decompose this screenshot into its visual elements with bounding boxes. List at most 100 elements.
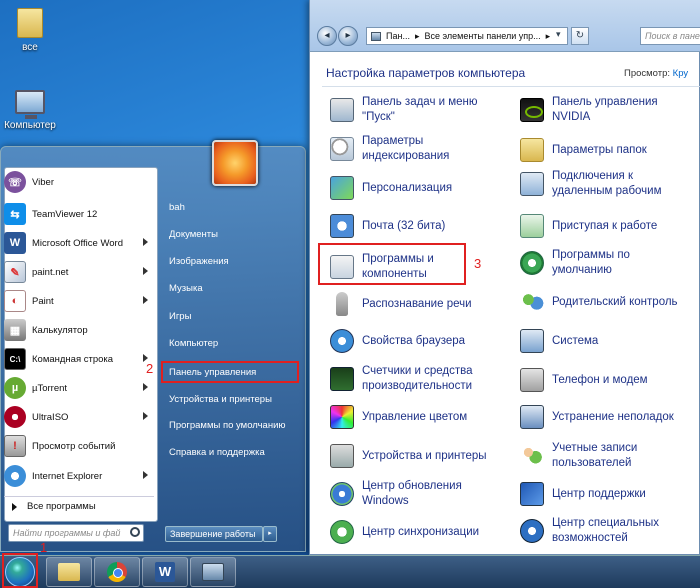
start-right-pictures[interactable]: Изображения [166,251,296,271]
user-picture[interactable] [212,140,258,186]
cp-item-sync[interactable]: Центр синхронизации [330,520,506,544]
getting-started-icon [520,214,544,238]
cp-item-performance[interactable]: Счетчики и средства производительности [330,364,506,394]
users-icon [520,444,544,468]
cp-item-users[interactable]: Учетные записи пользователей [520,441,696,471]
control-panel-search-input[interactable]: Поиск в пане [640,27,700,45]
calculator-icon: ▦ [4,319,26,341]
desktop-icon-label: все [22,42,38,53]
shutdown-button[interactable]: Завершение работы [165,526,263,542]
start-item-paint[interactable]: ◐ Paint [4,287,154,315]
cp-item-system[interactable]: Система [520,329,696,353]
search-icon[interactable] [130,527,140,537]
breadcrumb-part[interactable]: Все элементы панели упр... [424,31,540,41]
start-search-input[interactable]: Найти программы и фай [8,524,144,542]
start-item-word[interactable]: W Microsoft Office Word [4,229,154,257]
start-right-help[interactable]: Справка и поддержка [166,442,296,462]
breadcrumb-separator-icon[interactable]: ▸ [415,31,420,42]
start-right-default-programs[interactable]: Программы по умолчанию [166,415,296,435]
desktop-icon-computer[interactable]: Компьютер [0,90,60,131]
event-viewer-icon: ! [4,435,26,457]
forward-button[interactable]: ▸ [338,26,358,46]
breadcrumb-separator-icon[interactable]: ▸ [546,31,551,42]
taskbar-word-button[interactable]: W [142,557,188,587]
explorer-icon [58,563,80,581]
taskbar-control-panel-button[interactable] [190,557,236,587]
start-right-documents[interactable]: Документы [166,224,296,244]
start-right-computer[interactable]: Компьютер [166,333,296,353]
folder-options-icon [520,138,544,162]
breadcrumb-part[interactable]: Пан... [386,31,410,41]
cp-item-taskbar[interactable]: Панель задач и меню "Пуск" [330,95,506,125]
highlight-box-3 [318,243,466,285]
nvidia-icon [520,98,544,122]
phone-icon [520,368,544,392]
start-item-paintnet[interactable]: ✎ paint.net [4,258,154,286]
chrome-icon [107,562,127,582]
address-folder-icon [371,31,381,41]
cp-item-browser[interactable]: Свойства браузера [330,329,506,353]
annotation-number-3: 3 [474,256,482,271]
start-item-calculator[interactable]: ▦ Калькулятор [4,316,154,344]
shutdown-options-button[interactable]: ▸ [263,526,277,542]
view-selector[interactable]: Просмотр: Кру [624,68,688,79]
cp-item-color[interactable]: Управление цветом [330,405,506,429]
microphone-icon [336,292,348,316]
cp-item-troubleshoot[interactable]: Устранение неполадок [520,405,696,429]
paintnet-icon: ✎ [4,261,26,283]
personalization-icon [330,176,354,200]
parental-icon [520,290,544,314]
start-item-ie[interactable]: e Internet Explorer [4,462,154,490]
cp-item-support[interactable]: Центр поддержки [520,482,696,506]
desktop-icon-label: Компьютер [4,120,56,131]
cp-item-phone[interactable]: Телефон и модем [520,368,696,392]
cp-item-folder-options[interactable]: Параметры папок [520,138,696,162]
cp-item-windows-update[interactable]: Центр обновления Windows [330,479,506,509]
taskbar-chrome-button[interactable] [94,557,140,587]
cp-item-devices[interactable]: Устройства и принтеры [330,444,506,468]
teamviewer-icon: ⇆ [4,203,26,225]
start-item-ultraiso[interactable]: UltraISO [4,403,154,431]
cp-item-remote[interactable]: Подключения к удаленным рабочим [520,169,696,199]
devices-icon [330,444,354,468]
submenu-arrow-icon[interactable] [143,383,148,391]
cp-item-mail[interactable]: Почта (32 бита) [330,214,506,238]
desktop-icon-folder[interactable]: все [0,8,60,53]
submenu-arrow-icon[interactable] [143,267,148,275]
submenu-arrow-icon[interactable] [143,471,148,479]
cp-item-accessibility[interactable]: Центр специальных возможностей [520,516,696,546]
page-title: Настройка параметров компьютера [326,66,526,80]
start-right-music[interactable]: Музыка [166,278,296,298]
address-dropdown-button[interactable]: ▾ [556,29,561,40]
start-right-devices[interactable]: Устройства и принтеры [166,389,296,409]
submenu-arrow-icon[interactable] [143,296,148,304]
submenu-arrow-icon[interactable] [143,238,148,246]
cp-item-nvidia[interactable]: Панель управления NVIDIA [520,95,696,125]
start-item-teamviewer[interactable]: ⇆ TeamViewer 12 [4,200,154,228]
highlight-box-1 [2,553,38,588]
cp-item-speech[interactable]: Распознавание речи [330,292,506,316]
utorrent-icon: µ [4,377,26,399]
cp-item-parental[interactable]: Родительский контроль [520,290,696,314]
start-item-viber[interactable]: ☏ Viber [4,168,154,196]
back-button[interactable]: ◂ [317,26,337,46]
cp-item-getting-started[interactable]: Приступая к работе [520,214,696,238]
cp-item-default-programs[interactable]: Программы по умолчанию [520,248,696,278]
color-icon [330,405,354,429]
all-programs-button[interactable]: Все программы [4,496,154,516]
start-item-cmd[interactable]: C:\ Командная строка [4,345,154,373]
start-item-event-viewer[interactable]: ! Просмотр событий [4,432,154,460]
paint-icon: ◐ [4,290,26,312]
submenu-arrow-icon[interactable] [143,412,148,420]
start-item-utorrent[interactable]: µ µTorrent [4,374,154,402]
cp-item-personalization[interactable]: Персонализация [330,176,506,200]
windows-update-icon [330,482,354,506]
start-right-user[interactable]: bah [166,197,296,217]
refresh-button[interactable]: ↻ [571,27,589,45]
taskbar-explorer-button[interactable] [46,557,92,587]
address-bar[interactable]: Пан... ▸ Все элементы панели упр... ▸ [366,27,568,45]
start-right-games[interactable]: Игры [166,306,296,326]
browser-icon [330,329,354,353]
cp-item-indexing[interactable]: Параметры индексирования [330,134,506,164]
troubleshoot-icon [520,405,544,429]
